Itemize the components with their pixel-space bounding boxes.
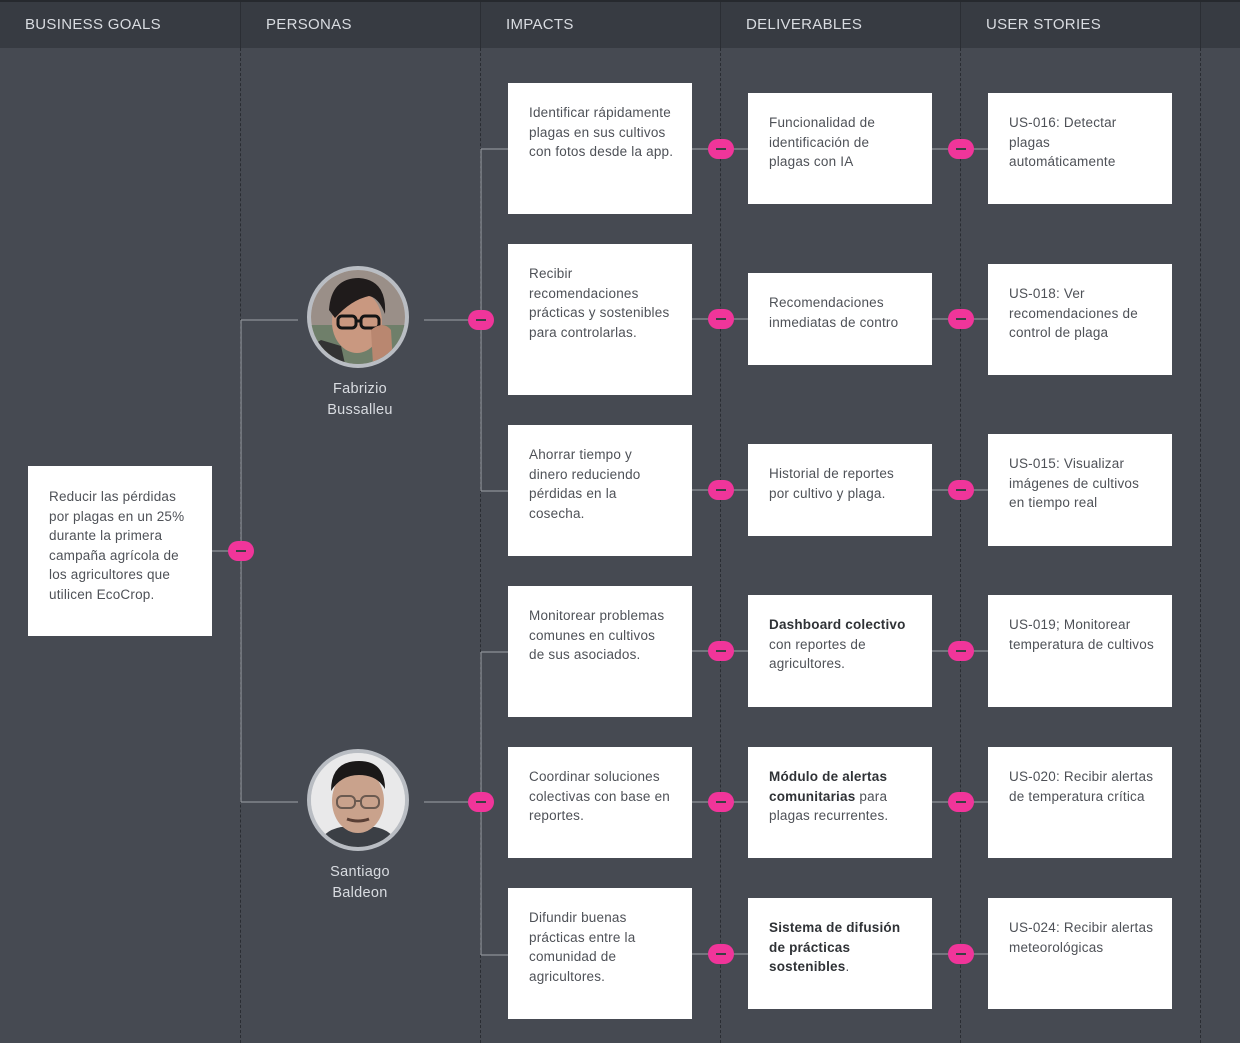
user-story-card[interactable]: US-018: Ver recomendaciones de control d… (988, 264, 1172, 375)
persona-last-name: Baldeon (332, 885, 388, 901)
deliverable-card[interactable]: Módulo de alertas comunitarias para plag… (748, 747, 932, 858)
impact-text: Recibir recomendaciones prácticas y sost… (529, 266, 670, 340)
collapse-toggle-icon[interactable] (468, 792, 494, 812)
user-story-card[interactable]: US-019; Monitorear temperatura de cultiv… (988, 595, 1172, 707)
collapse-toggle-icon[interactable] (948, 309, 974, 329)
persona-first-name: Fabrizio (333, 381, 387, 397)
impact-text: Identificar rápidamente plagas en sus cu… (529, 105, 674, 160)
user-story-card[interactable]: US-015: Visualizar imágenes de cultivos … (988, 434, 1172, 546)
user-story-text: US-018: Ver recomendaciones de control d… (1009, 286, 1138, 341)
deliverable-text: con reportes de agricultores. (769, 636, 866, 672)
deliverable-text: Historial de reportes por cultivo y plag… (769, 466, 895, 501)
deliverable-bold-text: Sistema de difusión de prácticas sosteni… (769, 920, 901, 975)
collapse-toggle-icon[interactable] (948, 944, 974, 964)
deliverable-text: Funcionalidad de identificación de plaga… (769, 115, 876, 170)
deliverable-card[interactable]: Funcionalidad de identificación de plaga… (748, 93, 932, 204)
collapse-toggle-icon[interactable] (708, 139, 734, 159)
collapse-toggle-icon[interactable] (708, 792, 734, 812)
persona-name-fabrizio: Fabrizio Bussalleu (300, 379, 420, 421)
user-story-card[interactable]: US-016: Detectar plagas automáticamente (988, 93, 1172, 204)
impact-card[interactable]: Recibir recomendaciones prácticas y sost… (508, 244, 692, 395)
collapse-toggle-icon[interactable] (708, 944, 734, 964)
impact-text: Difundir buenas prácticas entre la comun… (529, 910, 636, 984)
user-story-text: US-024: Recibir alertas meteorológicas (1009, 920, 1154, 955)
collapse-toggle-icon[interactable] (708, 309, 734, 329)
deliverable-text: . (845, 959, 850, 975)
collapse-toggle-icon[interactable] (948, 641, 974, 661)
collapse-toggle-icon[interactable] (468, 310, 494, 330)
impact-text: Coordinar soluciones colectivas con base… (529, 769, 670, 824)
collapse-toggle-icon[interactable] (948, 480, 974, 500)
user-story-text: US-016: Detectar plagas automáticamente (1009, 115, 1117, 170)
collapse-toggle-icon[interactable] (708, 641, 734, 661)
impact-text: Ahorrar tiempo y dinero reduciendo pérdi… (529, 447, 641, 521)
deliverable-card[interactable]: Dashboard colectivo con reportes de agri… (748, 595, 932, 707)
business-goal-card[interactable]: Reducir las pérdidas por plagas en un 25… (28, 466, 212, 636)
user-story-text: US-019; Monitorear temperatura de cultiv… (1009, 617, 1154, 652)
avatar-photo-icon (311, 753, 405, 847)
collapse-toggle-icon[interactable] (948, 792, 974, 812)
deliverable-text: Recomendaciones inmediatas de contro (769, 295, 899, 330)
deliverable-bold-text: Dashboard colectivo (769, 617, 906, 632)
collapse-toggle-icon[interactable] (228, 541, 254, 561)
avatar-photo-icon (311, 270, 405, 364)
persona-avatar-santiago[interactable] (307, 749, 409, 851)
deliverable-card[interactable]: Sistema de difusión de prácticas sosteni… (748, 898, 932, 1009)
persona-last-name: Bussalleu (327, 402, 393, 418)
impact-card[interactable]: Identificar rápidamente plagas en sus cu… (508, 83, 692, 214)
user-story-text: US-015: Visualizar imágenes de cultivos … (1009, 456, 1140, 511)
impact-text: Monitorear problemas comunes en cultivos… (529, 608, 665, 663)
user-story-text: US-020: Recibir alertas de temperatura c… (1009, 769, 1154, 804)
deliverable-card[interactable]: Historial de reportes por cultivo y plag… (748, 444, 932, 536)
user-story-card[interactable]: US-020: Recibir alertas de temperatura c… (988, 747, 1172, 858)
impact-card[interactable]: Ahorrar tiempo y dinero reduciendo pérdi… (508, 425, 692, 556)
business-goal-text: Reducir las pérdidas por plagas en un 25… (49, 489, 185, 602)
impact-card[interactable]: Coordinar soluciones colectivas con base… (508, 747, 692, 858)
collapse-toggle-icon[interactable] (708, 480, 734, 500)
persona-name-santiago: Santiago Baldeon (300, 862, 420, 904)
collapse-toggle-icon[interactable] (948, 139, 974, 159)
user-story-card[interactable]: US-024: Recibir alertas meteorológicas (988, 898, 1172, 1009)
persona-avatar-fabrizio[interactable] (307, 266, 409, 368)
deliverable-card[interactable]: Recomendaciones inmediatas de contro (748, 273, 932, 365)
impact-card[interactable]: Monitorear problemas comunes en cultivos… (508, 586, 692, 717)
persona-first-name: Santiago (330, 864, 390, 880)
impact-card[interactable]: Difundir buenas prácticas entre la comun… (508, 888, 692, 1019)
